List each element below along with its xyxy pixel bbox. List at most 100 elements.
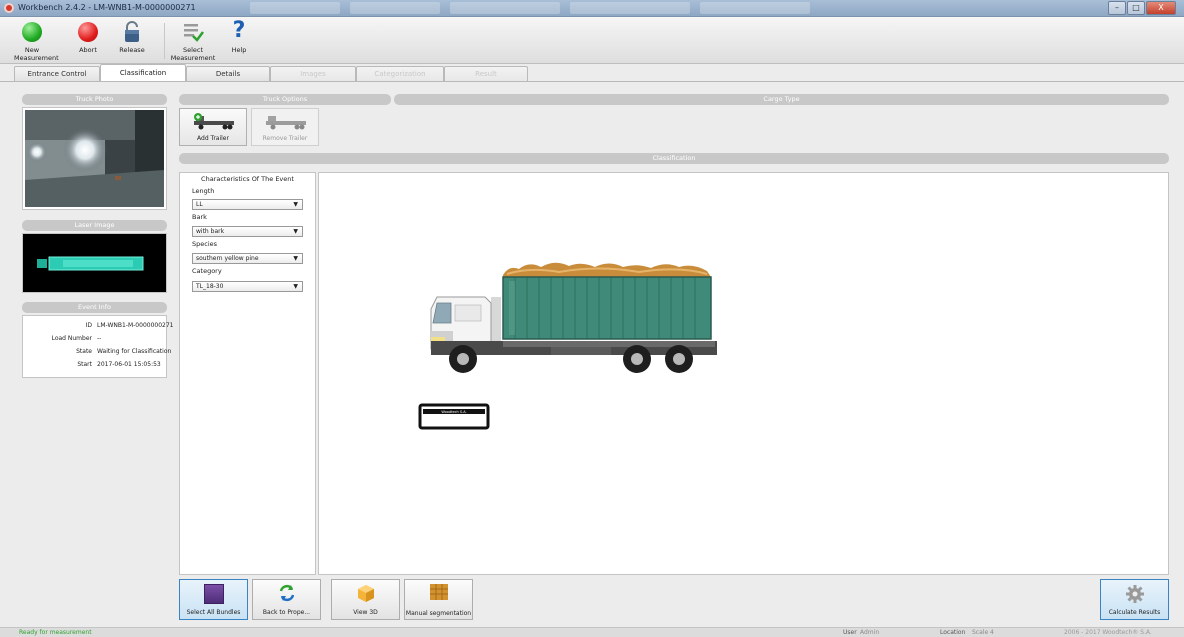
manual-segmentation-label: Manual segmentation xyxy=(405,610,472,617)
tab-entrance-control[interactable]: Entrance Control xyxy=(14,66,100,81)
green-circle-icon xyxy=(22,22,42,42)
add-trailer-button[interactable]: Add Trailer xyxy=(179,108,247,146)
view-3d-button[interactable]: View 3D xyxy=(331,579,400,620)
truck-options-header: Truck Options xyxy=(179,94,391,105)
window-controls: – □ X xyxy=(1108,1,1178,15)
remove-trailer-button[interactable]: Remove Trailer xyxy=(251,108,319,146)
calculate-results-label: Calculate Results xyxy=(1108,609,1161,616)
minimize-button[interactable]: – xyxy=(1108,1,1126,15)
manual-segmentation-button[interactable]: Manual segmentation xyxy=(404,579,473,620)
view-3d-label: View 3D xyxy=(353,609,378,616)
event-info-load-value: -- xyxy=(97,335,102,342)
list-check-icon xyxy=(182,21,204,45)
abort-label: Abort xyxy=(79,46,97,54)
tab-strip: Entrance Control Classification Details … xyxy=(0,64,1184,81)
event-info-panel: ID LM-WNB1-M-0000000271 Load Number -- S… xyxy=(22,315,174,378)
laser-image-header: Laser Image xyxy=(22,220,167,231)
laser-scan-image xyxy=(23,234,166,292)
status-bar: Ready for measurement User Admin Locatio… xyxy=(0,627,1184,637)
cargo-type-header: Cargo Type xyxy=(394,94,1169,105)
help-button[interactable]: ? Help xyxy=(224,19,254,62)
container-body[interactable] xyxy=(503,277,711,339)
event-info-load-key: Load Number xyxy=(51,335,92,342)
app-logo-icon xyxy=(4,3,14,13)
truck-photo xyxy=(22,107,167,210)
event-info-header: Event Info xyxy=(22,302,167,313)
length-value: LL xyxy=(196,201,203,208)
event-info-start-value: 2017-06-01 15:05:53 xyxy=(97,361,161,368)
add-trailer-icon xyxy=(192,113,236,133)
tab-categorization[interactable]: Categorization xyxy=(356,66,444,81)
chevron-down-icon: ▼ xyxy=(293,283,298,290)
species-select[interactable]: southern yellow pine ▼ xyxy=(192,253,303,264)
remove-trailer-icon xyxy=(264,113,308,133)
select-all-bundles-button[interactable]: Select All Bundles xyxy=(179,579,248,620)
bundles-icon xyxy=(203,584,224,604)
license-plate[interactable] xyxy=(418,403,490,430)
status-user-value: Admin xyxy=(860,629,880,636)
status-location-value: Scale 4 xyxy=(972,629,994,636)
status-user-label: User xyxy=(843,629,857,636)
tab-classification[interactable]: Classification xyxy=(100,64,186,81)
help-question-icon: ? xyxy=(232,18,246,43)
new-measurement-button[interactable]: New Measurement xyxy=(14,19,59,62)
status-text: Ready for measurement xyxy=(19,629,92,636)
characteristics-title: Characteristics Of The Event xyxy=(201,175,294,183)
event-info-state-value: Waiting for Classification xyxy=(97,348,172,355)
select-all-bundles-label: Select All Bundles xyxy=(186,609,241,616)
maximize-button[interactable]: □ xyxy=(1127,1,1145,15)
chevron-down-icon: ▼ xyxy=(293,228,298,235)
laser-image xyxy=(22,233,167,293)
refresh-arrows-icon xyxy=(277,583,297,605)
select-measurement-label: Select Measurement xyxy=(170,46,216,62)
calculate-results-button[interactable]: Calculate Results xyxy=(1100,579,1169,620)
unlock-icon xyxy=(122,21,142,45)
close-button[interactable]: X xyxy=(1146,1,1176,15)
tab-images[interactable]: Images xyxy=(270,66,356,81)
toolbar-separator xyxy=(164,23,165,59)
tab-result[interactable]: Result xyxy=(444,66,528,81)
event-info-id-row: ID LM-WNB1-M-0000000271 xyxy=(23,321,174,331)
classification-canvas[interactable]: Woodtech S.A. xyxy=(318,172,1169,575)
bark-label: Bark xyxy=(192,213,207,221)
remove-trailer-label: Remove Trailer xyxy=(262,135,308,142)
add-trailer-label: Add Trailer xyxy=(197,135,229,142)
event-info-state-row: State Waiting for Classification xyxy=(23,347,171,357)
species-value: southern yellow pine xyxy=(196,255,259,262)
truck-photo-header: Truck Photo xyxy=(22,94,167,105)
bark-select[interactable]: with bark ▼ xyxy=(192,226,303,237)
status-copyright: 2006 - 2017 Woodtech® S.A. xyxy=(1064,629,1152,636)
truck-diagram: Woodtech S.A. xyxy=(418,262,717,430)
cube-3d-icon xyxy=(356,583,376,605)
category-select[interactable]: TL_18-30 ▼ xyxy=(192,281,303,292)
event-info-load-row: Load Number -- xyxy=(23,334,166,344)
abort-button[interactable]: Abort xyxy=(70,19,106,62)
truck-photo-image xyxy=(25,110,164,207)
window-title: Workbench 2.4.2 - LM-WNB1-M-0000000271 xyxy=(18,3,196,12)
back-to-properties-label: Back to Prope... xyxy=(262,609,311,616)
release-button[interactable]: Release xyxy=(112,19,152,62)
species-label: Species xyxy=(192,240,218,248)
event-info-start-key: Start xyxy=(77,361,92,368)
category-value: TL_18-30 xyxy=(196,283,224,290)
back-to-properties-button[interactable]: Back to Prope... xyxy=(252,579,321,620)
segmentation-icon xyxy=(429,583,449,603)
license-plate-text: Woodtech S.A. xyxy=(441,410,466,414)
event-info-state-key: State xyxy=(76,348,92,355)
event-info-id-value: LM-WNB1-M-0000000271 xyxy=(97,322,174,329)
tab-divider xyxy=(0,81,1184,82)
characteristics-panel: Characteristics Of The Event Length LL ▼… xyxy=(179,172,316,575)
tab-details[interactable]: Details xyxy=(186,66,270,81)
help-label: Help xyxy=(231,46,247,54)
category-label: Category xyxy=(192,267,222,275)
classification-header: Classification xyxy=(179,153,1169,164)
bark-value: with bark xyxy=(196,228,225,235)
red-circle-icon xyxy=(78,22,98,42)
new-measurement-label: New Measurement xyxy=(14,46,59,62)
background-taskbar-tabs xyxy=(250,2,850,14)
main-toolbar: New Measurement Abort Release Select Mea… xyxy=(0,17,1184,64)
length-select[interactable]: LL ▼ xyxy=(192,199,303,210)
event-info-start-row: Start 2017-06-01 15:05:53 xyxy=(23,360,166,370)
event-info-id-key: ID xyxy=(85,322,92,329)
select-measurement-button[interactable]: Select Measurement xyxy=(170,19,216,62)
